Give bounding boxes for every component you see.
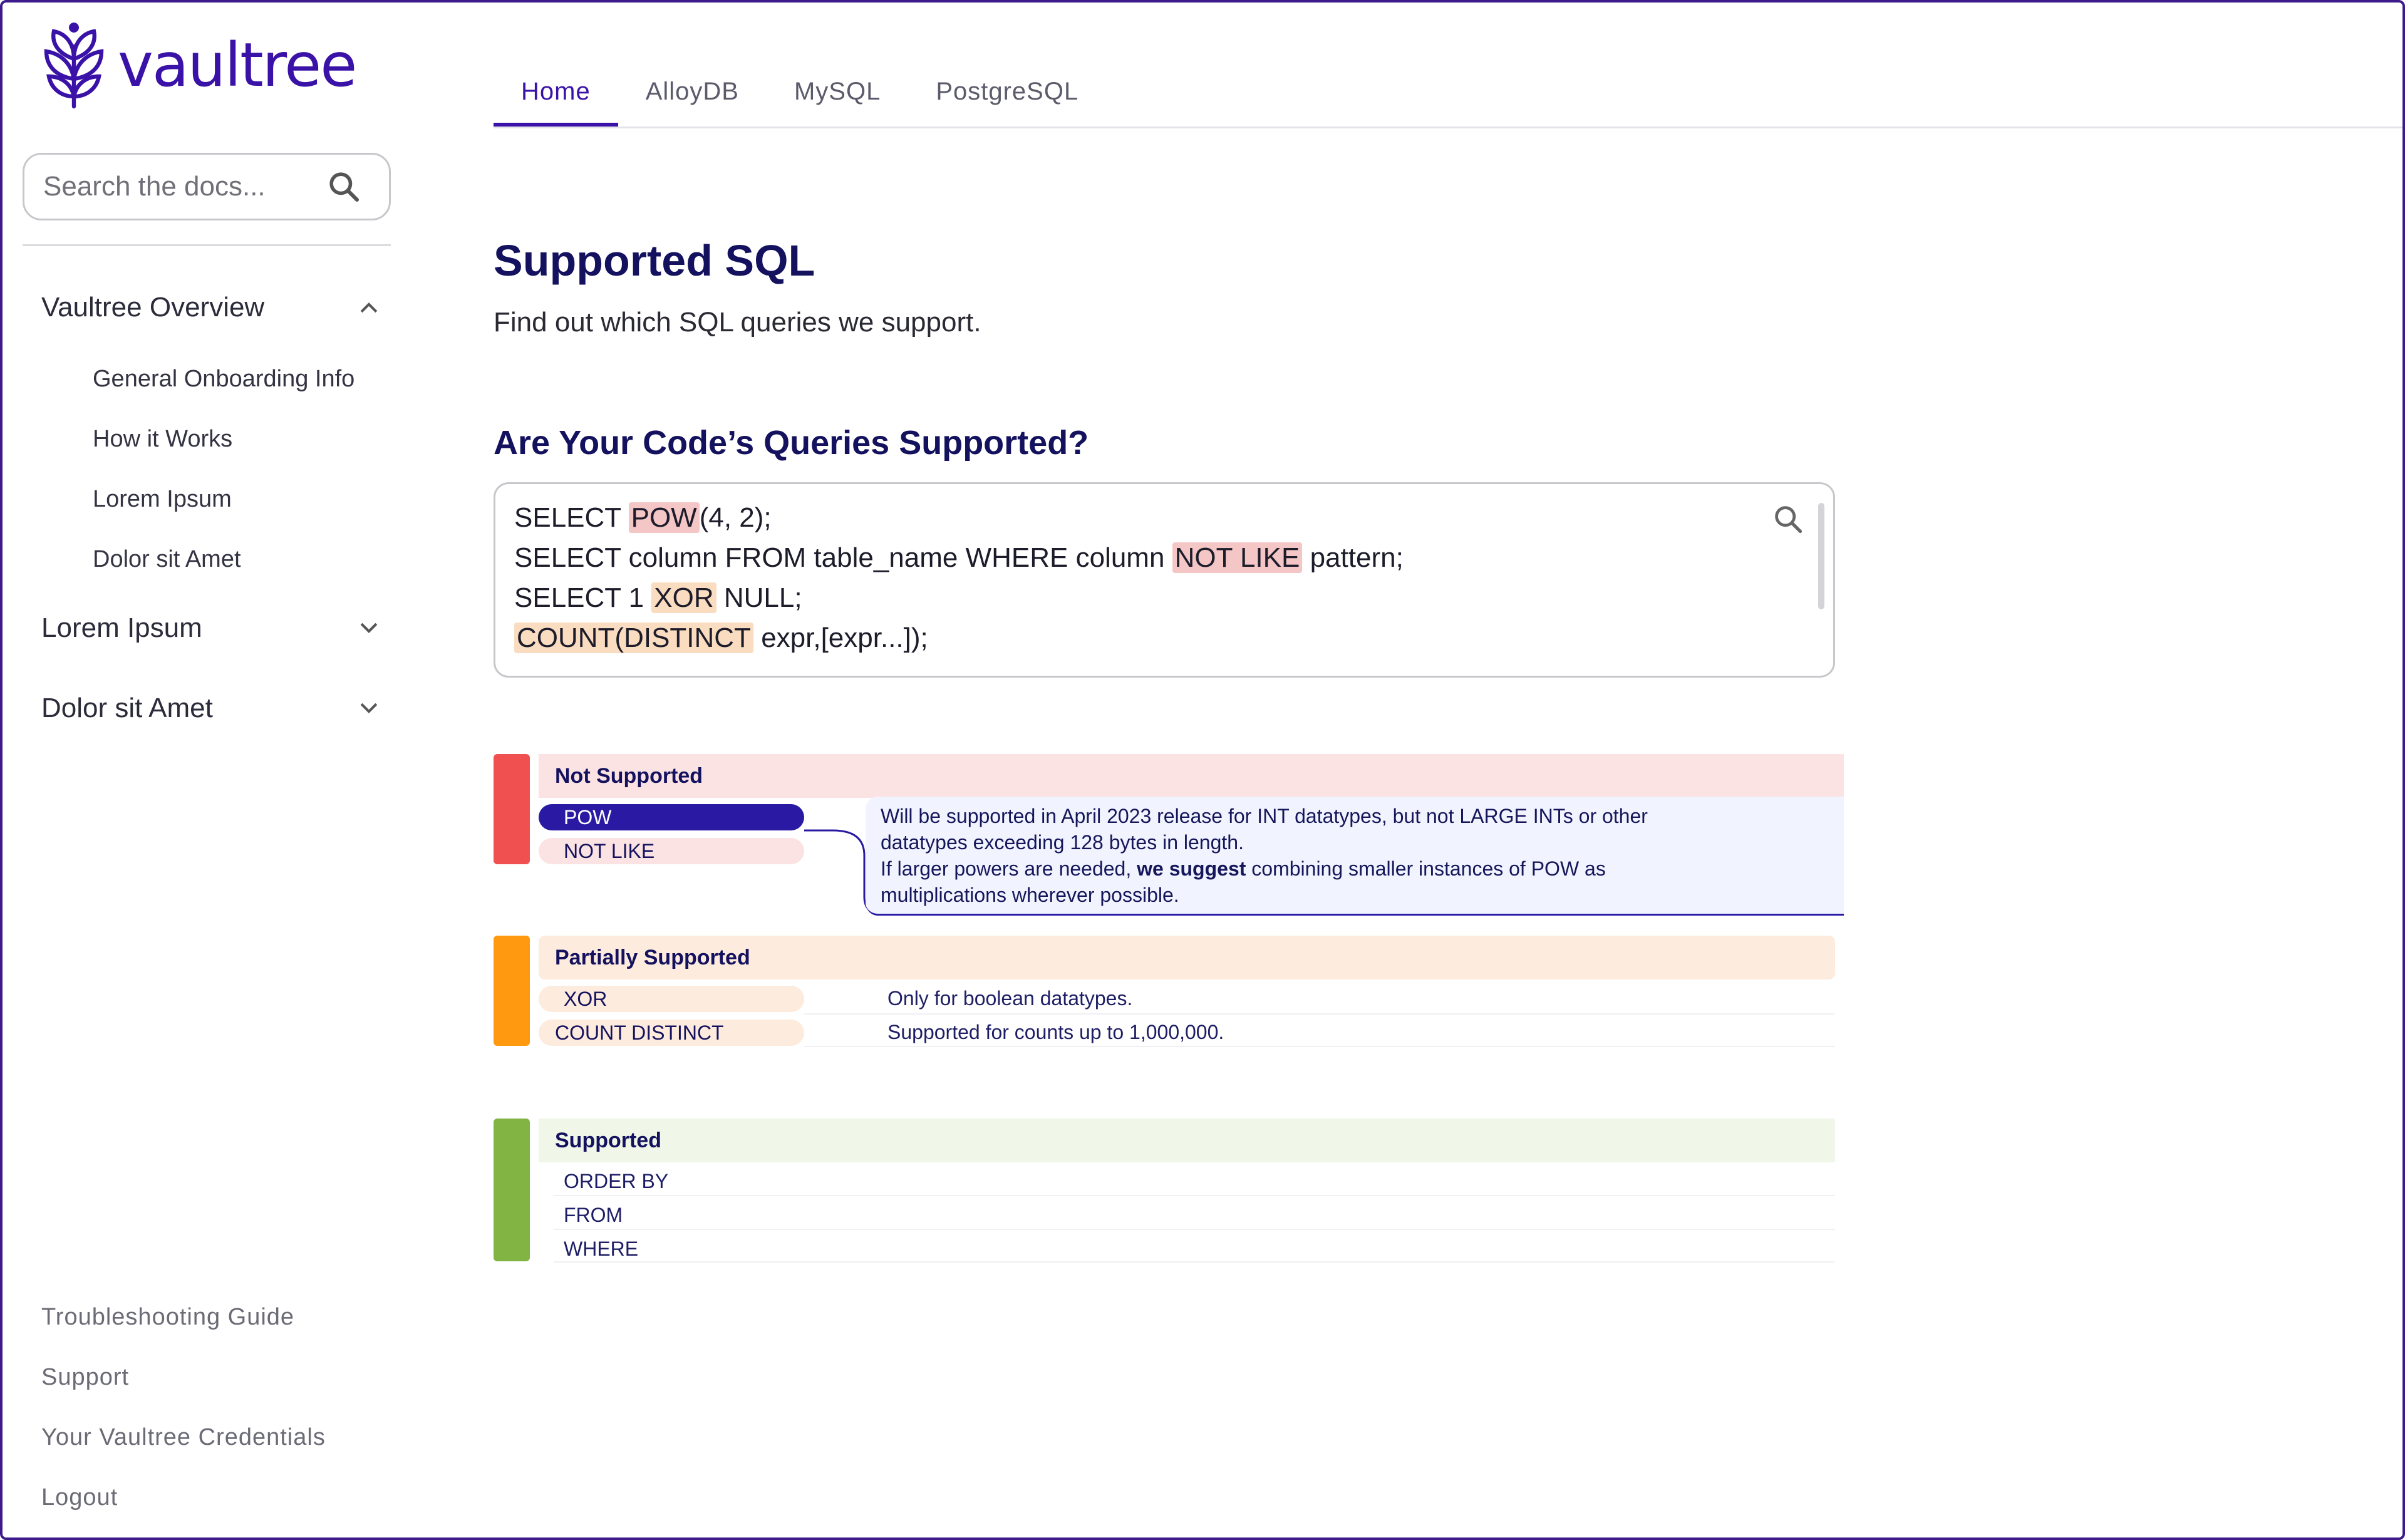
sidebar-group-vaultree-overview[interactable]: Vaultree Overview: [41, 292, 380, 323]
row-divider: [554, 1195, 1835, 1196]
supported-marker: [494, 1119, 530, 1261]
footer-link-credentials[interactable]: Your Vaultree Credentials: [41, 1424, 326, 1451]
code-line-4: COUNT(DISTINCT expr,[expr...]);: [514, 618, 1814, 658]
sidebar-item-how-it-works[interactable]: How it Works: [93, 426, 232, 453]
sidebar-item-dolor-sit-amet[interactable]: Dolor sit Amet: [93, 546, 241, 573]
search-icon[interactable]: [1772, 503, 1804, 535]
page-title: Supported SQL: [494, 236, 815, 285]
highlight-partially-supported: XOR: [651, 582, 716, 613]
search-icon[interactable]: [326, 169, 361, 204]
page-subtitle: Find out which SQL queries we support.: [494, 307, 981, 338]
highlight-partially-supported: COUNT(DISTINCT: [514, 623, 753, 653]
top-nav: Home AlloyDB MySQL PostgreSQL: [494, 3, 1106, 127]
partially-supported-header: Partially Supported: [539, 936, 1835, 979]
detail-connector: [804, 829, 871, 912]
supported-item-from: FROM: [564, 1204, 623, 1226]
brand-logo[interactable]: vaultree: [41, 21, 357, 109]
sidebar-group-label: Dolor sit Amet: [41, 693, 213, 723]
tab-alloydb[interactable]: AlloyDB: [618, 64, 767, 127]
tree-logo-icon: [44, 23, 104, 109]
app-window: vaultree Home AlloyDB MySQL PostgreSQL S…: [0, 0, 2405, 1540]
brand-name: vaultree: [118, 30, 357, 100]
footer-link-support[interactable]: Support: [41, 1364, 129, 1391]
sidebar-item-lorem-ipsum[interactable]: Lorem Ipsum: [93, 486, 232, 513]
chevron-down-icon[interactable]: [358, 701, 380, 716]
partially-supported-item-count-distinct[interactable]: COUNT DISTINCT: [539, 1020, 804, 1046]
partially-supported-note: Only for boolean datatypes.: [887, 987, 1133, 1010]
tab-postgresql[interactable]: PostgreSQL: [908, 64, 1106, 127]
not-supported-header: Not Supported: [539, 754, 1844, 798]
supported-item-order-by: ORDER BY: [564, 1170, 669, 1192]
sidebar-group-dolor-sit-amet[interactable]: Dolor sit Amet: [41, 693, 380, 724]
sidebar-group-lorem-ipsum[interactable]: Lorem Ipsum: [41, 612, 380, 644]
search-input[interactable]: Search the docs...: [23, 153, 391, 220]
header-divider: [494, 127, 2402, 128]
supported-item-where: WHERE: [564, 1238, 639, 1260]
row-divider: [554, 1229, 1835, 1230]
chevron-up-icon[interactable]: [358, 300, 380, 315]
sidebar-group-label: Lorem Ipsum: [41, 612, 202, 643]
sidebar-group-label: Vaultree Overview: [41, 292, 265, 323]
partially-supported-marker: [494, 936, 530, 1046]
code-line-3: SELECT 1 XOR NULL;: [514, 582, 802, 613]
partially-supported-note: Supported for counts up to 1,000,000.: [887, 1021, 1224, 1043]
query-input[interactable]: SELECT POW(4, 2); SELECT column FROM tab…: [494, 482, 1835, 678]
highlight-not-supported: POW: [628, 502, 700, 533]
code-line-1: SELECT POW(4, 2);: [514, 502, 772, 533]
highlight-not-supported: NOT LIKE: [1172, 542, 1303, 573]
partially-supported-item-xor[interactable]: XOR: [539, 986, 804, 1012]
chevron-down-icon[interactable]: [358, 621, 380, 636]
pow-detail-panel: Will be supported in April 2023 release …: [866, 797, 1844, 916]
tab-mysql[interactable]: MySQL: [767, 64, 908, 127]
not-supported-item-not-like[interactable]: NOT LIKE: [539, 838, 804, 864]
row-divider: [554, 1261, 1835, 1263]
code-line-2: SELECT column FROM table_name WHERE colu…: [514, 542, 1404, 573]
row-divider: [804, 1013, 1835, 1015]
footer-link-logout[interactable]: Logout: [41, 1484, 118, 1511]
sidebar-divider: [23, 244, 391, 246]
not-supported-item-pow[interactable]: POW: [539, 804, 804, 830]
search-placeholder: Search the docs...: [43, 171, 266, 202]
tab-home[interactable]: Home: [494, 64, 618, 127]
sidebar-item-general-onboarding-info[interactable]: General Onboarding Info: [93, 366, 354, 393]
scrollbar[interactable]: [1818, 503, 1824, 609]
row-divider: [804, 1046, 1835, 1047]
section-title: Are Your Code’s Queries Supported?: [494, 424, 1089, 462]
supported-header: Supported: [539, 1119, 1835, 1162]
footer-link-troubleshooting-guide[interactable]: Troubleshooting Guide: [41, 1304, 294, 1331]
not-supported-marker: [494, 754, 530, 864]
